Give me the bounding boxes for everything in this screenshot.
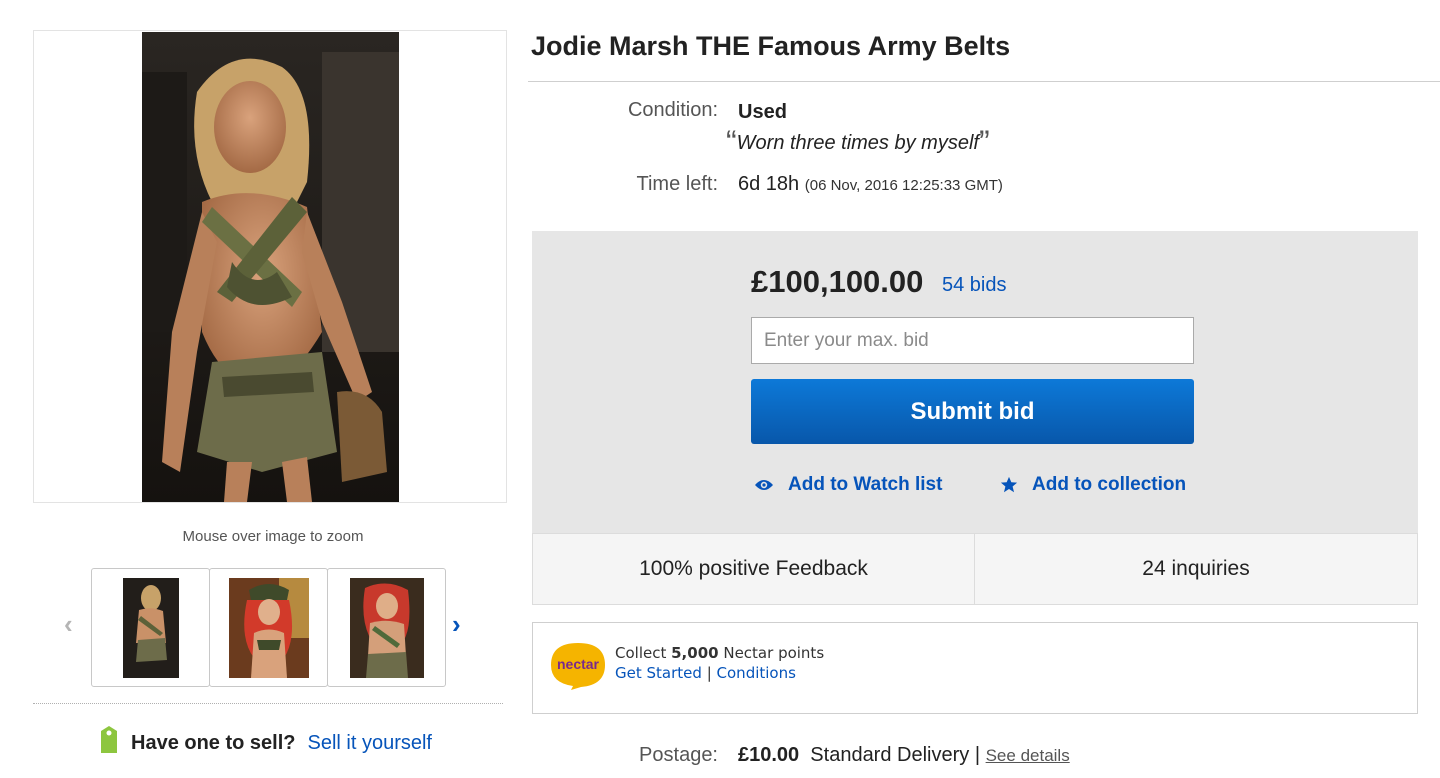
- submit-bid-button[interactable]: Submit bid: [751, 379, 1194, 444]
- inquiries-stat: 24 inquiries: [974, 533, 1418, 605]
- sell-it-yourself-link[interactable]: Sell it yourself: [308, 732, 433, 755]
- see-details-link[interactable]: See details: [986, 746, 1070, 765]
- postage-service: Standard Delivery: [810, 744, 970, 766]
- thumbnail-1[interactable]: [91, 568, 210, 687]
- nectar-logo: nectar: [549, 641, 607, 696]
- nectar-collect-line: Collect 5,000 Nectar points: [615, 644, 825, 662]
- add-to-watch-list-link[interactable]: Add to Watch list: [754, 474, 942, 496]
- eye-icon: [755, 480, 773, 490]
- max-bid-input[interactable]: [751, 317, 1194, 364]
- time-left-label: Time left:: [636, 173, 719, 195]
- thumbnail-next-arrow[interactable]: ›: [452, 611, 461, 637]
- current-price: £100,100.00: [751, 264, 924, 299]
- condition-label: Condition:: [627, 99, 718, 121]
- zoom-hint: Mouse over image to zoom: [182, 528, 364, 545]
- thumbnail-prev-arrow[interactable]: ‹: [64, 611, 73, 637]
- time-left-end-date: (06 Nov, 2016 12:25:33 GMT): [804, 177, 1003, 194]
- nectar-text: Collect 5,000 Nectar points Get Started …: [615, 643, 824, 683]
- item-title: Jodie Marsh THE Famous Army Belts: [531, 31, 1011, 61]
- sell-question: Have one to sell?: [131, 731, 296, 754]
- main-image-frame[interactable]: [33, 30, 507, 503]
- sell-prompt: Have one to sell? Sell it yourself: [97, 726, 432, 760]
- postage-value: £10.00 Standard Delivery | See details: [738, 744, 1070, 766]
- bid-count-link[interactable]: 54 bids: [942, 274, 1007, 297]
- nectar-conditions-link[interactable]: Conditions: [717, 664, 796, 682]
- condition-note-text: Worn three times by myself: [736, 132, 979, 154]
- postage-amount: £10.00: [738, 744, 800, 766]
- condition-note: “Worn three times by myself”: [726, 124, 990, 160]
- time-left-value: 6d 18h (06 Nov, 2016 12:25:33 GMT): [738, 173, 1003, 196]
- thumbnail-2[interactable]: [209, 568, 328, 687]
- add-to-collection-link[interactable]: Add to collection: [1000, 474, 1186, 496]
- nectar-points: 5,000: [671, 644, 719, 662]
- nectar-promo: nectar Collect 5,000 Nectar points Get S…: [532, 622, 1418, 714]
- main-item-photo[interactable]: [142, 32, 399, 502]
- nectar-get-started-link[interactable]: Get Started: [615, 664, 702, 682]
- condition-value: Used: [738, 101, 787, 123]
- postage-label: Postage:: [639, 744, 718, 766]
- time-left-remaining: 6d 18h: [738, 173, 800, 195]
- seller-feedback-stat: 100% positive Feedback: [532, 533, 975, 605]
- collection-label: Add to collection: [1032, 474, 1187, 495]
- price-tag-icon: [97, 725, 121, 761]
- star-icon: [1000, 476, 1018, 493]
- thumbnail-3[interactable]: [327, 568, 446, 687]
- title-divider: [528, 81, 1440, 82]
- left-divider: [33, 703, 503, 704]
- nectar-links: Get Started | Conditions: [615, 664, 796, 682]
- nectar-logo-text: nectar: [557, 656, 600, 672]
- watch-list-label: Add to Watch list: [788, 474, 943, 495]
